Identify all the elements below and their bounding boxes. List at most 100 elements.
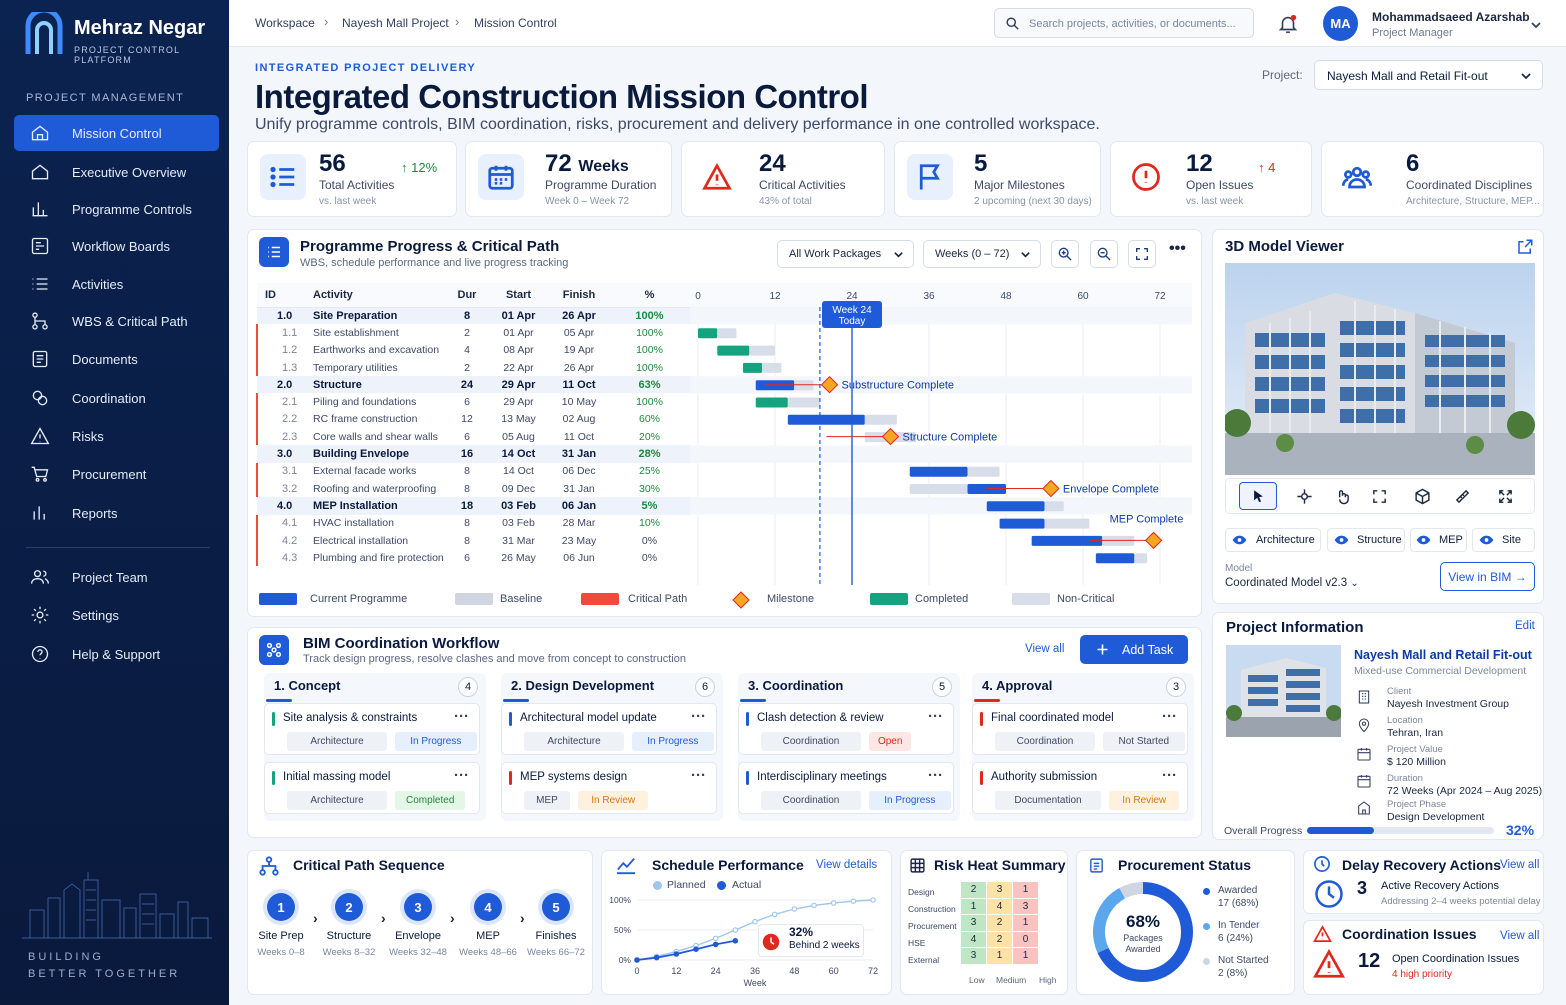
more-options-icon[interactable]: ··· — [928, 708, 943, 725]
column-header[interactable]: ID — [257, 283, 299, 308]
building-3d-model[interactable] — [1225, 263, 1535, 475]
kpi-critical-activities[interactable]: 24 Critical Activities 43% of total — [681, 141, 885, 217]
fullscreen-icon[interactable] — [1497, 488, 1514, 505]
task-card[interactable]: Clash detection & review ··· Coordinatio… — [738, 703, 954, 755]
kpi-programme-duration[interactable]: 72 Weeks Programme Duration Week 0 – Wee… — [465, 141, 672, 217]
nav-reports[interactable]: Reports — [14, 495, 219, 531]
bim-view-all-link[interactable]: View all — [1025, 643, 1064, 655]
avatar[interactable]: MA — [1323, 6, 1358, 41]
risk-cell[interactable]: 1 — [1013, 882, 1038, 898]
nav-procurement[interactable]: Procurement — [14, 456, 219, 492]
more-options-icon[interactable]: ··· — [454, 767, 469, 784]
risk-cell[interactable]: 3 — [961, 915, 986, 931]
open-external-icon[interactable] — [1516, 238, 1534, 256]
risk-cell[interactable]: 4 — [961, 931, 986, 947]
task-card[interactable]: Final coordinated model ··· Coordination… — [972, 703, 1188, 755]
view-in-bim-button[interactable]: View in BIM → — [1440, 562, 1535, 591]
wbs-group-row[interactable]: 3.0 Building Envelope 16 14 Oct 31 Jan 28% — [257, 445, 691, 463]
risk-cell[interactable]: 3 — [1013, 898, 1038, 914]
activity-row[interactable]: 4.1 HVAC installation 8 03 Feb 28 Mar 10% — [256, 514, 691, 532]
activity-row[interactable]: 1.2 Earthworks and excavation 4 08 Apr 19 Ap… — [256, 341, 691, 359]
risk-cell[interactable]: 2 — [987, 915, 1012, 931]
task-card[interactable]: Authority submission ··· Documentation I… — [972, 762, 1188, 814]
cube-icon[interactable] — [1414, 488, 1431, 505]
sequence-step-number[interactable]: 1 — [267, 893, 295, 921]
risk-cell[interactable]: 4 — [987, 898, 1012, 914]
nav-executive-overview[interactable]: Executive Overview — [14, 154, 219, 190]
risk-cell[interactable]: 3 — [961, 948, 986, 964]
activity-row[interactable]: 2.1 Piling and foundations 6 29 Apr 10 May 10… — [256, 393, 691, 411]
risk-cell[interactable]: 1 — [1013, 915, 1038, 931]
nav-settings[interactable]: Settings — [14, 597, 219, 633]
nav-activities[interactable]: Activities — [14, 266, 219, 302]
activity-row[interactable]: 3.2 Roofing and waterproofing 8 09 Dec 31 Ja… — [256, 479, 691, 498]
activity-row[interactable]: 1.3 Temporary utilities 2 22 Apr 26 Apr 100% — [256, 358, 691, 377]
more-options-icon[interactable]: ··· — [928, 767, 943, 784]
sequence-step-number[interactable]: 4 — [474, 893, 502, 921]
sequence-step-number[interactable]: 5 — [542, 893, 570, 921]
fit-view-icon[interactable] — [1371, 488, 1388, 505]
add-task-button[interactable]: Add Task — [1080, 635, 1188, 664]
column-header[interactable]: Dur — [447, 283, 487, 308]
task-card[interactable]: Site analysis & constraints ··· Architec… — [264, 703, 480, 755]
nav-documents[interactable]: Documents — [14, 341, 219, 377]
task-card[interactable]: MEP systems design ··· MEP In Review — [501, 762, 717, 814]
zoom-in-button[interactable] — [1051, 240, 1079, 268]
breadcrumb-project[interactable]: Nayesh Mall Project — [342, 16, 449, 30]
risk-cell[interactable]: 1 — [987, 948, 1012, 964]
measure-icon[interactable] — [1454, 488, 1471, 505]
more-options-icon[interactable]: ••• — [1169, 240, 1186, 258]
kpi-open-issues[interactable]: 12 ↑ 4 Open Issues vs. last week — [1110, 141, 1312, 217]
more-options-icon[interactable]: ··· — [454, 708, 469, 725]
activity-row[interactable]: 2.2 RC frame construction 12 13 May 02 Aug 60… — [256, 410, 691, 429]
week-range-filter[interactable]: Weeks (0 – 72) — [923, 240, 1041, 268]
risk-cell[interactable]: 1 — [1013, 948, 1038, 964]
kpi-major-milestones[interactable]: 5 Major Milestones 2 upcoming (next 30 d… — [894, 141, 1101, 217]
kpi-total-activities[interactable]: 56 ↑ 12% Total Activities vs. last week — [247, 141, 457, 217]
delay-view-all-link[interactable]: View all — [1500, 859, 1539, 871]
edit-link[interactable]: Edit — [1515, 620, 1535, 632]
task-card[interactable]: Interdisciplinary meetings ··· Coordinat… — [738, 762, 954, 814]
activity-row[interactable]: 4.3 Plumbing and fire protection 6 26 May 06… — [256, 549, 691, 567]
nav-risks[interactable]: Risks — [14, 418, 219, 454]
zoom-out-button[interactable] — [1090, 240, 1118, 268]
nav-coordination[interactable]: Coordination — [14, 380, 219, 416]
nav-mission-control[interactable]: Mission Control — [14, 115, 219, 151]
kpi-coordinated-disciplines[interactable]: 6 Coordinated Disciplines Architecture, … — [1321, 141, 1544, 217]
wbs-group-row[interactable]: 1.0 Site Preparation 8 01 Apr 26 Apr 100% — [257, 307, 691, 325]
activity-row[interactable]: 3.1 External facade works 8 14 Oct 06 Dec 25% — [256, 462, 691, 480]
select-tool-button[interactable] — [1239, 482, 1277, 510]
bell-icon[interactable] — [1277, 13, 1299, 35]
pan-tool-icon[interactable] — [1296, 488, 1313, 505]
sequence-step-number[interactable]: 2 — [335, 893, 363, 921]
activity-row[interactable]: 2.3 Core walls and shear walls 6 05 Aug 11 O… — [256, 428, 691, 446]
schedule-view-details-link[interactable]: View details — [816, 859, 877, 871]
sequence-step-number[interactable]: 3 — [404, 893, 432, 921]
search-box[interactable]: Search projects, activities, or document… — [994, 8, 1254, 38]
column-header[interactable]: Start — [487, 283, 550, 308]
work-package-filter[interactable]: All Work Packages — [777, 240, 914, 268]
more-options-icon[interactable]: ··· — [691, 767, 706, 784]
nav-wbs-critical-path[interactable]: WBS & Critical Path — [14, 303, 219, 339]
risk-cell[interactable]: 0 — [1013, 931, 1038, 947]
risk-cell[interactable]: 2 — [987, 931, 1012, 947]
column-header[interactable]: Activity — [299, 283, 447, 308]
more-options-icon[interactable]: ··· — [1162, 708, 1177, 725]
project-select[interactable]: Nayesh Mall and Retail Fit-out — [1314, 60, 1543, 90]
task-card[interactable]: Architectural model update ··· Architect… — [501, 703, 717, 755]
search-input[interactable]: Search projects, activities, or document… — [1029, 18, 1236, 30]
breadcrumb-workspace[interactable]: Workspace — [255, 16, 315, 30]
more-options-icon[interactable]: ··· — [691, 708, 706, 725]
risk-cell[interactable]: 2 — [961, 882, 986, 898]
more-options-icon[interactable]: ··· — [1162, 767, 1177, 784]
column-header[interactable]: % — [608, 283, 691, 308]
risk-cell[interactable]: 1 — [961, 898, 986, 914]
orbit-tool-icon[interactable] — [1334, 488, 1351, 505]
nav-programme-controls[interactable]: Programme Controls — [14, 191, 219, 227]
activity-row[interactable]: 1.1 Site establishment 2 01 Apr 05 Apr 100% — [256, 324, 691, 342]
nav-project-team[interactable]: Project Team — [14, 559, 219, 595]
nav-help-support[interactable]: Help & Support — [14, 636, 219, 672]
chevron-down-icon[interactable] — [1530, 19, 1542, 31]
wbs-group-row[interactable]: 2.0 Structure 24 29 Apr 11 Oct 63% — [257, 376, 691, 394]
model-select[interactable]: Coordinated Model v2.3 ⌄ — [1225, 577, 1359, 589]
